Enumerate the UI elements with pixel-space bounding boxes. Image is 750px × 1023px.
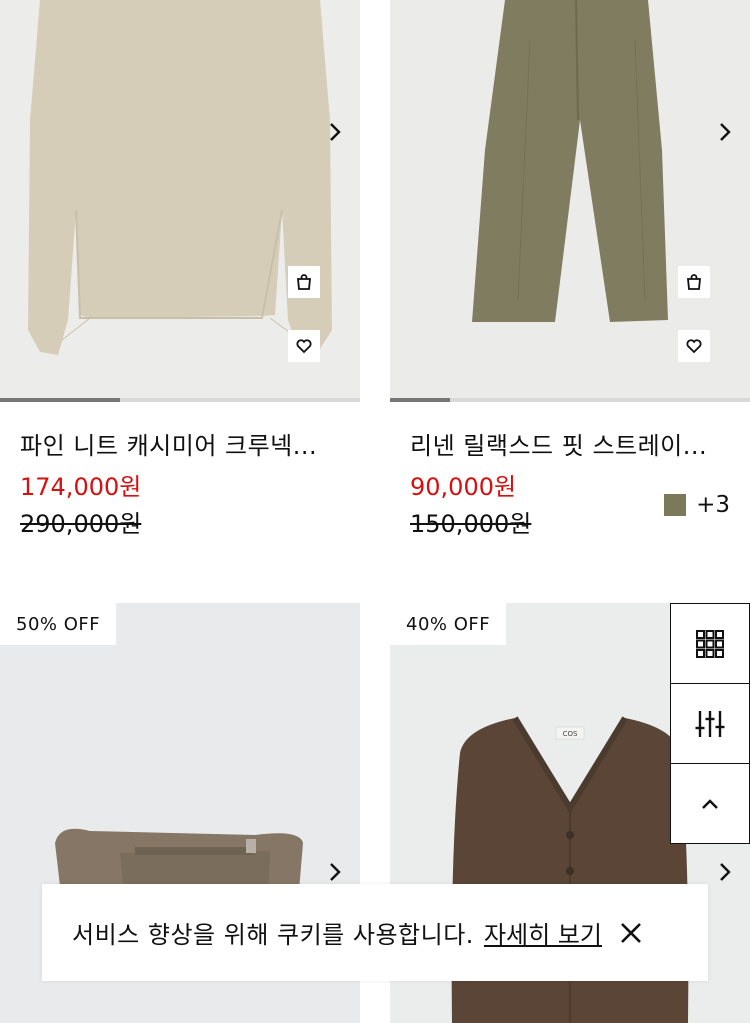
discount-badge: 40% OFF <box>390 603 507 645</box>
product-card[interactable]: 파인 니트 캐시미어 크루넥... 174,000원 290,000원 <box>0 0 360 560</box>
sale-price: 90,000원 <box>410 473 517 501</box>
wishlist-button[interactable] <box>288 330 320 362</box>
chevron-right-icon[interactable] <box>324 121 346 143</box>
garment-tag-label: COS <box>563 730 578 738</box>
add-to-bag-button[interactable] <box>288 266 320 298</box>
color-swatch[interactable] <box>664 494 687 516</box>
scroll-to-top-button[interactable] <box>670 764 750 844</box>
original-price: 290,000원 <box>20 510 142 538</box>
filter-button[interactable] <box>670 684 750 764</box>
discount-badge: 50% OFF <box>0 603 117 645</box>
chevron-right-icon[interactable] <box>714 121 736 143</box>
image-carousel-progress <box>0 398 360 402</box>
original-price: 150,000원 <box>410 510 532 538</box>
grid-view-icon <box>696 629 724 658</box>
wishlist-button[interactable] <box>678 330 710 362</box>
sale-price: 174,000원 <box>20 473 142 501</box>
cookie-banner: 서비스 향상을 위해 쿠키를 사용합니다. 자세히 보기 <box>42 884 708 981</box>
grid-view-button[interactable] <box>670 603 750 684</box>
add-to-bag-button[interactable] <box>678 266 710 298</box>
image-carousel-progress <box>390 398 750 402</box>
heart-icon <box>686 339 702 354</box>
shopping-bag-icon <box>687 274 701 290</box>
filter-sliders-icon <box>695 710 725 737</box>
chevron-right-icon[interactable] <box>714 861 736 883</box>
chevron-right-icon[interactable] <box>324 861 346 883</box>
product-name[interactable]: 파인 니트 캐시미어 크루넥... <box>20 426 317 461</box>
product-card[interactable]: 리넨 릴랙스드 핏 스트레이... 90,000원 150,000원 +3 <box>390 0 750 560</box>
color-options[interactable]: +3 <box>664 492 730 518</box>
cookie-message: 서비스 향상을 위해 쿠키를 사용합니다. <box>72 921 474 949</box>
heart-icon <box>296 339 312 354</box>
close-icon[interactable] <box>618 920 644 946</box>
floating-toolbar <box>670 603 750 844</box>
product-name[interactable]: 리넨 릴랙스드 핏 스트레이... <box>410 426 707 461</box>
chevron-up-icon <box>702 798 718 809</box>
cookie-details-link[interactable]: 자세히 보기 <box>484 915 602 950</box>
shopping-bag-icon <box>297 274 311 290</box>
more-colors-count: +3 <box>696 492 730 518</box>
